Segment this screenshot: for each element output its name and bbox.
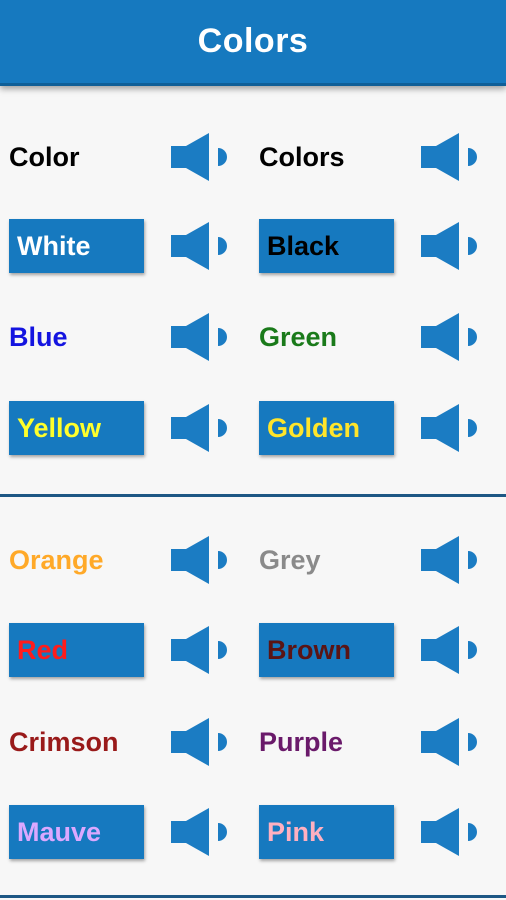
app-bar: Colors [0, 0, 506, 86]
color-word: Crimson [9, 726, 119, 757]
color-word: Blue [9, 321, 68, 352]
speaker-icon[interactable] [421, 626, 481, 674]
color-row: Blue Green [0, 310, 506, 364]
color-row: Yellow Golden [0, 401, 506, 455]
color-word: Grey [259, 544, 321, 575]
color-word: Green [259, 321, 338, 352]
speaker-icon[interactable] [421, 313, 481, 361]
color-word: Pink [259, 805, 394, 859]
speaker-icon[interactable] [421, 133, 481, 181]
speaker-icon[interactable] [421, 536, 481, 584]
color-row: White Black [0, 219, 506, 273]
speaker-icon[interactable] [171, 718, 231, 766]
section-card-2: Orange Grey Red Brown Crimson Purple Mauve Pink [0, 499, 506, 893]
color-word: Purple [259, 726, 344, 757]
section-divider [0, 895, 506, 898]
speaker-icon[interactable] [171, 404, 231, 452]
color-word: Colors [259, 141, 345, 172]
color-row: Crimson Purple [0, 715, 506, 769]
color-word: Red [9, 623, 144, 677]
speaker-icon[interactable] [421, 718, 481, 766]
color-word: Color [9, 141, 80, 172]
color-row: Orange Grey [0, 533, 506, 587]
speaker-icon[interactable] [421, 222, 481, 270]
color-row: Mauve Pink [0, 805, 506, 859]
speaker-icon[interactable] [171, 536, 231, 584]
color-word: Golden [259, 401, 394, 455]
speaker-icon[interactable] [171, 808, 231, 856]
color-row: Red Brown [0, 623, 506, 677]
speaker-icon[interactable] [421, 808, 481, 856]
color-word: Brown [259, 623, 394, 677]
page-title: Colors [197, 22, 309, 60]
color-word: Mauve [9, 805, 144, 859]
speaker-icon[interactable] [171, 313, 231, 361]
speaker-icon[interactable] [171, 626, 231, 674]
speaker-icon[interactable] [171, 133, 231, 181]
color-row: Color Colors [0, 130, 506, 184]
speaker-icon[interactable] [421, 404, 481, 452]
section-divider [0, 494, 506, 497]
color-word: Orange [9, 544, 104, 575]
color-word: Black [259, 219, 394, 273]
color-word: White [9, 219, 144, 273]
color-word: Yellow [9, 401, 144, 455]
section-card-1: Color Colors White Black Blue Green Yellow Gold… [0, 86, 506, 495]
speaker-icon[interactable] [171, 222, 231, 270]
